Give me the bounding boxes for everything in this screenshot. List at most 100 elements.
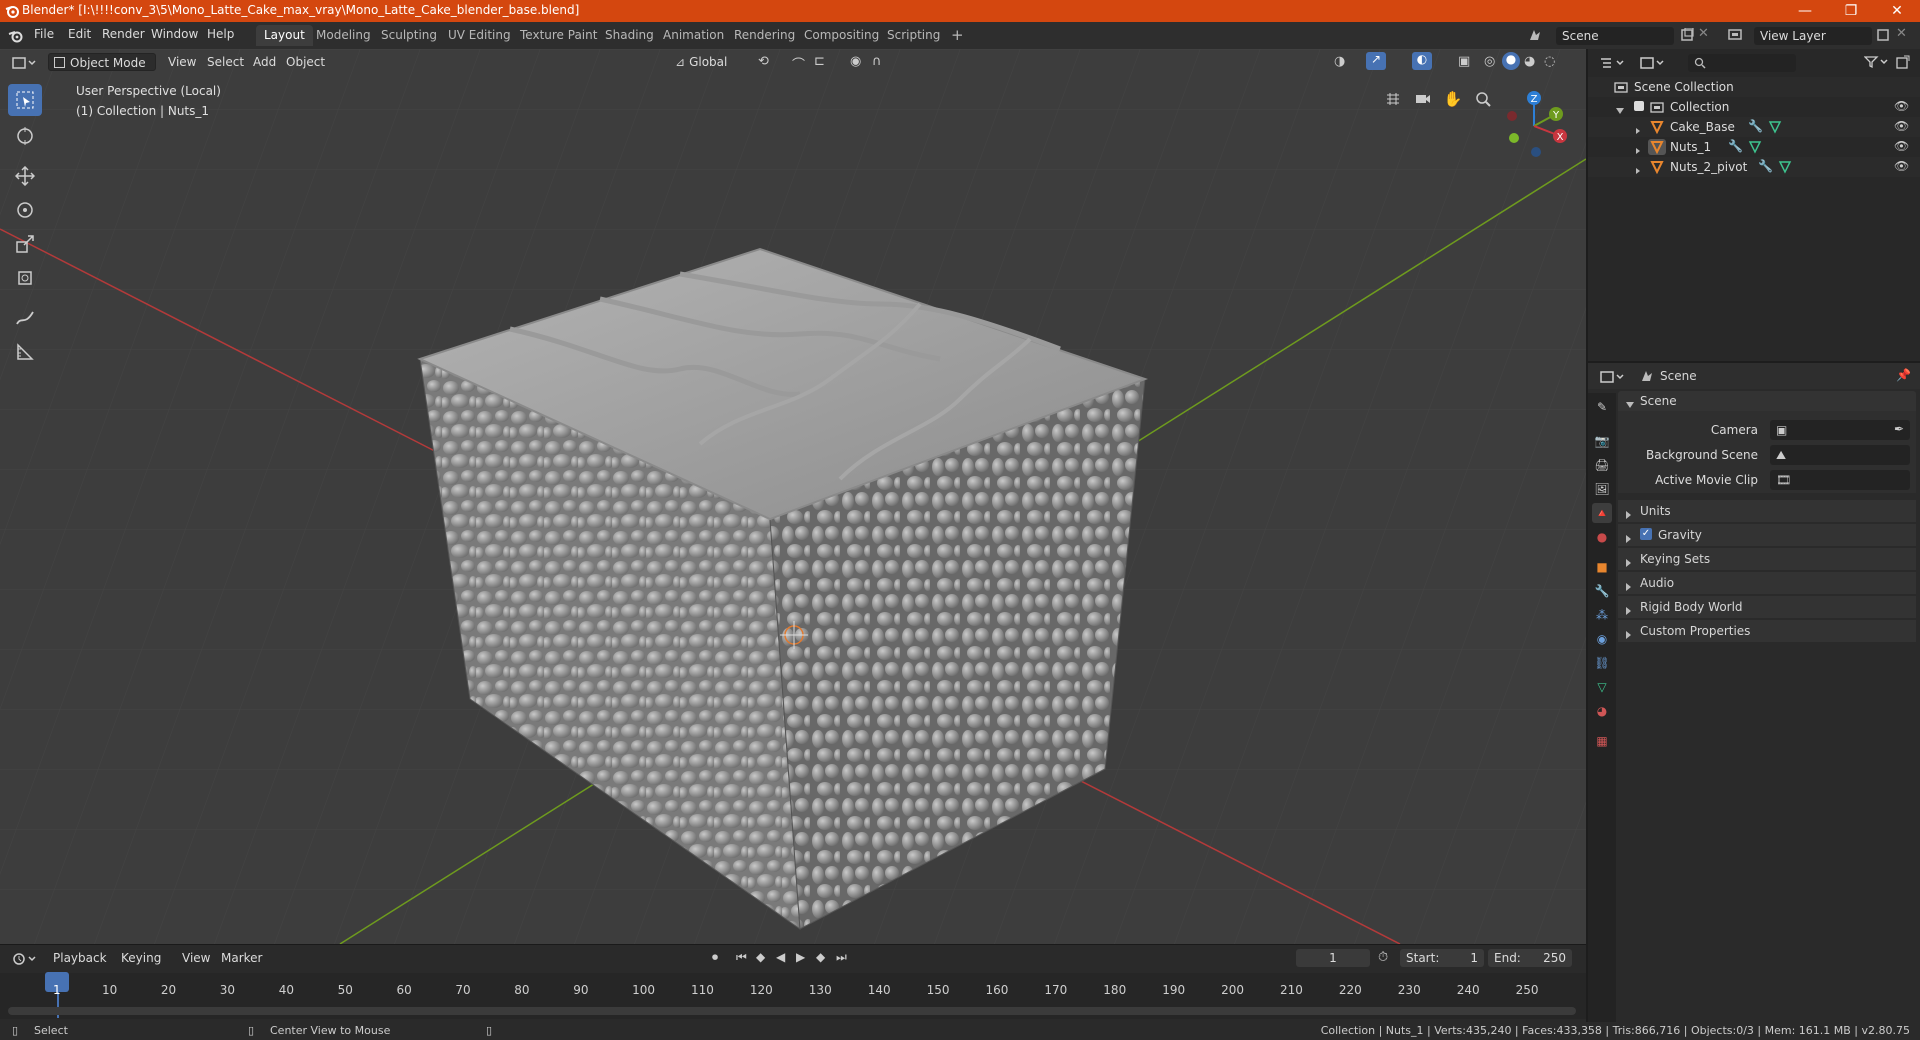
menu-help[interactable]: Help [207, 27, 234, 41]
play-reverse-icon[interactable]: ◀ [776, 950, 785, 964]
outliner-row-scene-collection[interactable]: Scene Collection [1588, 77, 1920, 97]
active-movie-clip-field[interactable]: 🎞 [1770, 470, 1910, 490]
eyedropper-icon[interactable]: ✒ [1894, 422, 1904, 436]
editor-type-icon[interactable] [12, 56, 38, 70]
maximize-button[interactable]: ❐ [1828, 0, 1874, 22]
pan-view-icon[interactable]: ✋ [1440, 86, 1466, 112]
timeline-menu-playback[interactable]: Playback [48, 949, 112, 967]
nuts-2-pivot-expand-icon[interactable] [1636, 163, 1646, 177]
record-keyframe-icon[interactable]: ⏺ [712, 950, 718, 965]
properties-editor-type-icon[interactable] [1600, 370, 1626, 384]
proportional-edit-icon[interactable]: ◉ [850, 54, 861, 69]
rotate-tool[interactable] [8, 194, 42, 226]
rendered-shading-icon[interactable]: ◌ [1544, 54, 1555, 69]
section-custom-properties[interactable]: Custom Properties [1618, 620, 1916, 642]
cake-base-expand-icon[interactable] [1636, 123, 1646, 137]
viewport-menu-view[interactable]: View [163, 53, 201, 71]
mesh-data-icon[interactable] [1768, 120, 1782, 134]
outliner-panel[interactable]: Scene Collection Collection 👁 Cake_Base … [1588, 49, 1920, 361]
current-frame-field[interactable]: 1 [1296, 949, 1370, 967]
start-frame-field[interactable]: Start: 1 [1400, 949, 1484, 967]
end-frame-field[interactable]: End: 250 [1488, 949, 1572, 967]
tab-output[interactable]: 🖨 [1592, 455, 1612, 475]
view-layer-field[interactable]: View Layer [1754, 27, 1872, 45]
jump-start-icon[interactable]: ⏮ [736, 950, 747, 965]
timeline-menu-view[interactable]: View [177, 949, 215, 967]
tab-constraints[interactable]: ⛓ [1592, 653, 1612, 673]
delete-scene-icon[interactable]: ✕ [1698, 26, 1709, 41]
tab-tool[interactable]: ✎ [1592, 397, 1612, 417]
section-gravity[interactable]: ✓ Gravity [1618, 524, 1916, 546]
mesh-data-icon[interactable] [1778, 160, 1792, 174]
outliner-row-nuts-2-pivot[interactable]: Nuts_2_pivot 🔧 👁 [1588, 157, 1920, 177]
navigation-gizmo[interactable]: Z Y X [1498, 86, 1570, 162]
cursor-tool[interactable] [8, 120, 42, 152]
tab-particles[interactable]: ⁂ [1592, 605, 1612, 625]
3d-viewport[interactable] [0, 49, 1586, 944]
viewport-menu-select[interactable]: Select [202, 53, 249, 71]
scene-name-field[interactable]: Scene [1556, 27, 1674, 45]
tab-uv-editing[interactable]: UV Editing [440, 25, 519, 46]
tab-sculpting[interactable]: Sculpting [373, 25, 445, 46]
tab-texture[interactable]: ▦ [1592, 731, 1612, 751]
scale-tool[interactable] [8, 228, 42, 260]
view-layer-icon[interactable] [1728, 28, 1744, 42]
nuts-2-pivot-visibility-icon[interactable]: 👁 [1894, 159, 1909, 173]
collection-visibility-icon[interactable]: 👁 [1894, 99, 1909, 113]
menu-window[interactable]: Window [151, 27, 198, 41]
zoom-view-icon[interactable] [1470, 86, 1496, 112]
object-mode-dropdown[interactable]: Object Mode [48, 53, 156, 71]
tab-texture-paint[interactable]: Texture Paint [512, 25, 605, 46]
delete-view-layer-icon[interactable]: ✕ [1896, 26, 1907, 41]
modifier-icon[interactable]: 🔧 [1758, 159, 1773, 173]
close-window-button[interactable]: ✕ [1874, 0, 1920, 22]
timeline-menu-keying[interactable]: Keying [116, 949, 166, 967]
tab-world[interactable]: ● [1592, 527, 1612, 547]
modifier-icon[interactable]: 🔧 [1748, 119, 1763, 133]
xray-icon[interactable]: ▣ [1458, 54, 1470, 69]
overlay-toggle-icon[interactable]: ◐ [1412, 52, 1432, 70]
tab-render[interactable]: 📷 [1592, 431, 1612, 451]
transform-tool[interactable] [8, 262, 42, 294]
add-workspace-button[interactable]: + [943, 25, 972, 46]
snap-target-icon[interactable]: ⊏ [814, 54, 825, 69]
new-scene-icon[interactable] [1680, 28, 1694, 42]
transform-orientation-dropdown[interactable]: ⊿ Global [670, 53, 754, 71]
solid-shading-icon[interactable]: ● [1502, 52, 1520, 70]
tab-rendering[interactable]: Rendering [726, 25, 803, 46]
timeline-menu-marker[interactable]: Marker [216, 949, 267, 967]
tab-compositing[interactable]: Compositing [796, 25, 887, 46]
visibility-icon[interactable]: ◑ [1334, 54, 1345, 69]
material-shading-icon[interactable]: ◕ [1524, 54, 1535, 69]
jump-prev-keyframe-icon[interactable]: ◆ [756, 950, 765, 964]
scene-icon[interactable] [1528, 28, 1542, 42]
nuts-1-visibility-icon[interactable]: 👁 [1894, 139, 1909, 153]
modifier-icon[interactable]: 🔧 [1728, 139, 1743, 153]
new-collection-icon[interactable] [1896, 55, 1910, 69]
falloff-icon[interactable]: ∩ [872, 54, 882, 69]
outliner-editor-type-icon[interactable] [1600, 56, 1626, 70]
outliner-search-input[interactable] [1688, 54, 1796, 72]
stopwatch-icon[interactable]: ⏱ [1378, 950, 1388, 965]
menu-render[interactable]: Render [102, 27, 145, 41]
camera-view-icon[interactable] [1410, 86, 1436, 112]
menu-edit[interactable]: Edit [68, 27, 91, 41]
background-scene-field[interactable]: ⛰ [1770, 445, 1910, 465]
timeline-editor-type-icon[interactable] [12, 952, 38, 966]
camera-field[interactable]: ▣ ✒ [1770, 420, 1910, 440]
timeline-scrollbar[interactable] [8, 1007, 1576, 1015]
new-view-layer-icon[interactable] [1876, 28, 1890, 42]
tab-data[interactable]: ▽ [1592, 677, 1612, 697]
collection-expand-icon[interactable] [1616, 103, 1630, 117]
menu-file[interactable]: File [34, 27, 54, 41]
outliner-row-nuts-1[interactable]: Nuts_1 🔧 👁 [1588, 137, 1920, 157]
pin-icon[interactable]: 📌 [1896, 368, 1911, 382]
scene-panel-header[interactable]: Scene [1618, 391, 1916, 411]
mesh-data-icon[interactable] [1748, 140, 1762, 154]
gravity-checkbox[interactable]: ✓ [1640, 528, 1652, 540]
cake-base-visibility-icon[interactable]: 👁 [1894, 119, 1909, 133]
section-keying-sets[interactable]: Keying Sets [1618, 548, 1916, 570]
tab-shading[interactable]: Shading [597, 25, 662, 46]
tab-physics[interactable]: ◉ [1592, 629, 1612, 649]
move-tool[interactable] [8, 160, 42, 192]
